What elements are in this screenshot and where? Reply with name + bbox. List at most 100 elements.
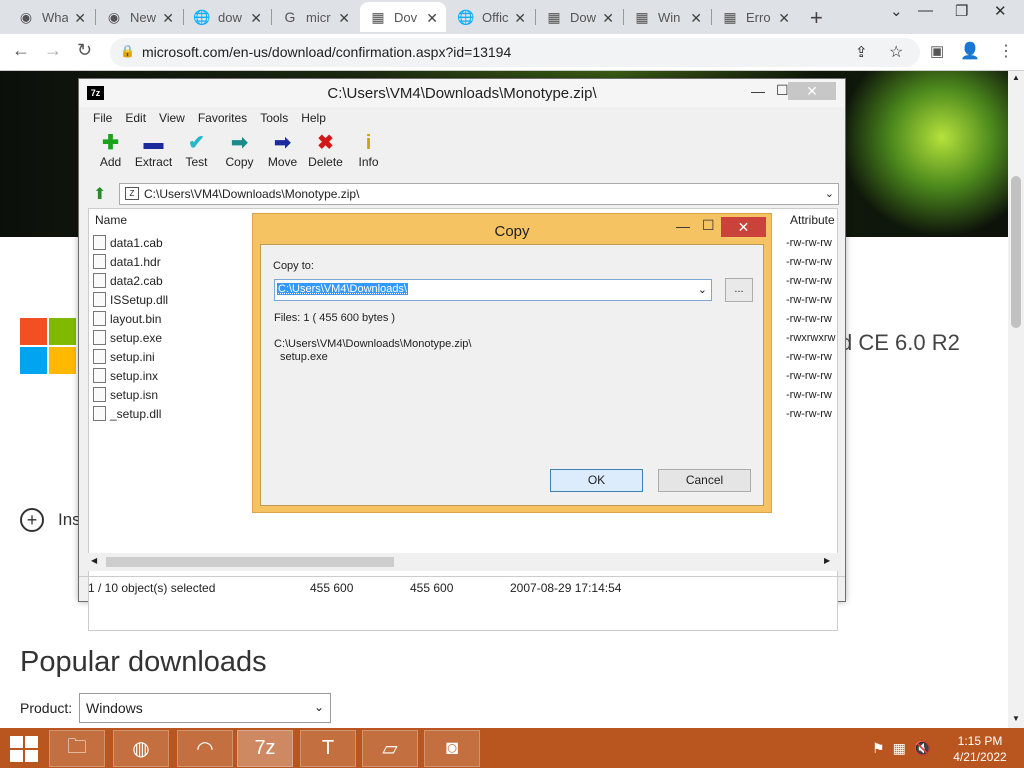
scroll-left-icon[interactable]: ◀ — [91, 556, 97, 565]
back-icon[interactable]: ← — [12, 40, 30, 61]
path-combo[interactable]: Z C:\Users\VM4\Downloads\Monotype.zip\ ⌄ — [119, 183, 839, 205]
maximize-icon[interactable]: ☐ — [702, 217, 715, 234]
file-row[interactable]: setup.ini — [93, 349, 155, 364]
close-icon[interactable]: ✕ — [721, 217, 766, 237]
toolbar-test-button[interactable]: ✔ Test — [175, 131, 218, 179]
menu-tools[interactable]: Tools — [260, 111, 288, 125]
tab-close-icon[interactable]: ✕ — [690, 10, 702, 27]
menu-edit[interactable]: Edit — [125, 111, 146, 125]
toolbar-move-button[interactable]: ➡ Move — [261, 131, 304, 179]
copy-to-input[interactable]: C:\Users\VM4\Downloads\ — [277, 283, 408, 295]
file-row[interactable]: data2.cab — [93, 273, 163, 288]
chrome-icon[interactable]: ◍ — [113, 730, 169, 767]
omnibox[interactable]: 🔒 microsoft.com/en-us/download/confirmat… — [110, 38, 920, 67]
toolbar-extract-button[interactable]: ▬ Extract — [132, 131, 175, 179]
forward-icon[interactable]: → — [44, 40, 62, 61]
toolbar-add-button[interactable]: ✚ Add — [89, 131, 132, 179]
tab-6[interactable]: ▦ Dow ✕ — [536, 2, 622, 32]
scroll-up-icon[interactable]: ▲ — [1012, 73, 1020, 82]
file-row[interactable]: _setup.dll — [93, 406, 161, 421]
ok-button[interactable]: OK — [550, 469, 643, 492]
file-row[interactable]: setup.inx — [93, 368, 158, 383]
tab-4[interactable]: ▦ Dov ✕ — [360, 2, 446, 32]
side-panel-icon[interactable]: ▣ — [930, 42, 944, 60]
start-button[interactable] — [10, 736, 38, 762]
close-window-icon[interactable]: ✕ — [994, 2, 1007, 20]
disk-icon[interactable]: ◙ — [424, 730, 480, 767]
chevron-down-icon[interactable]: ⌄ — [698, 283, 707, 296]
new-tab-button[interactable]: + — [810, 5, 823, 31]
network-icon[interactable]: ▦ — [893, 740, 906, 757]
menu-favorites[interactable]: Favorites — [198, 111, 247, 125]
menu-view[interactable]: View — [159, 111, 185, 125]
bookmark-star-icon[interactable]: ☆ — [889, 42, 903, 62]
file-row[interactable]: setup.isn — [93, 387, 158, 402]
file-row[interactable]: data1.cab — [93, 235, 163, 250]
product-select[interactable]: Windows ⌄ — [79, 693, 331, 723]
7zip-menubar: File Edit View Favorites Tools Help — [93, 111, 339, 125]
tab-1[interactable]: ◉ New ✕ — [96, 2, 182, 32]
menu-file[interactable]: File — [93, 111, 112, 125]
tab-close-icon[interactable]: ✕ — [514, 10, 526, 27]
tab-close-icon[interactable]: ✕ — [250, 10, 262, 27]
chevron-down-icon[interactable]: ⌄ — [825, 187, 834, 200]
menu-help[interactable]: Help — [301, 111, 326, 125]
file-row[interactable]: ISSetup.dll — [93, 292, 168, 307]
tab-close-icon[interactable]: ✕ — [338, 10, 350, 27]
reload-icon[interactable]: ↻ — [77, 40, 92, 61]
volume-muted-icon[interactable]: 🔇 — [914, 740, 931, 757]
tab-3[interactable]: Gmicr ✕ — [272, 2, 358, 32]
tab-search-chevron-icon[interactable]: ⌄ — [890, 2, 903, 20]
horizontal-scroll-thumb[interactable] — [106, 557, 394, 567]
tab-0[interactable]: ◉ Wha ✕ — [8, 2, 94, 32]
tab-close-icon[interactable]: ✕ — [778, 10, 790, 27]
tab-2[interactable]: 🌐 dow ✕ — [184, 2, 270, 32]
minimize-icon[interactable]: — — [751, 83, 765, 99]
cancel-button[interactable]: Cancel — [658, 469, 751, 492]
toolbar-delete-button[interactable]: ✖ Delete — [304, 131, 347, 179]
menu-kebab-icon[interactable]: ⋮ — [998, 41, 1014, 61]
install-instructions-toggle[interactable]: + Ins — [20, 508, 81, 532]
tab-close-icon[interactable]: ✕ — [162, 10, 174, 27]
folder-up-icon[interactable]: ⬆ — [93, 184, 106, 204]
scroll-right-icon[interactable]: ▶ — [824, 556, 830, 565]
scroll-down-icon[interactable]: ▼ — [1012, 714, 1020, 723]
file-row[interactable]: setup.exe — [93, 330, 162, 345]
profile-avatar-icon[interactable]: 👤 — [960, 41, 980, 61]
action-center-flag-icon[interactable]: ⚑ — [872, 740, 885, 757]
tab-close-icon[interactable]: ✕ — [426, 10, 438, 27]
browse-button[interactable]: ... — [725, 278, 753, 302]
column-header-attributes[interactable]: Attribute — [790, 213, 835, 227]
copy-dialog-titlebar[interactable]: Copy — ☐ ✕ — [253, 214, 771, 246]
file-explorer-icon[interactable]: 🗀 — [49, 730, 105, 767]
7zip-titlebar[interactable]: 7z C:\Users\VM4\Downloads\Monotype.zip\ … — [79, 79, 845, 107]
restore-icon[interactable]: ❐ — [955, 2, 968, 20]
text-editor-icon[interactable]: T — [300, 730, 356, 767]
page-scroll-thumb[interactable] — [1011, 176, 1021, 328]
page-scrollbar[interactable]: ▲ ▼ — [1008, 71, 1024, 728]
column-header-name[interactable]: Name — [95, 213, 127, 227]
tab-8[interactable]: ▦ Erro ✕ — [712, 2, 798, 32]
tab-close-icon[interactable]: ✕ — [602, 10, 614, 27]
7zip-icon[interactable]: 7z — [237, 730, 293, 767]
url-text[interactable]: microsoft.com/en-us/download/confirmatio… — [142, 44, 511, 60]
notepad-icon[interactable]: ▱ — [362, 730, 418, 767]
tab-5[interactable]: 🌐 Offic ✕ — [448, 2, 534, 32]
tab-7[interactable]: ▦ Win ✕ — [624, 2, 710, 32]
file-row[interactable]: data1.hdr — [93, 254, 161, 269]
share-icon[interactable]: ⇪ — [855, 43, 868, 61]
file-row[interactable]: layout.bin — [93, 311, 161, 326]
copy-to-combobox[interactable]: C:\Users\VM4\Downloads\ ⌄ — [274, 279, 712, 301]
minimize-icon[interactable]: — — [676, 218, 690, 234]
horizontal-scrollbar[interactable]: ◀ ▶ — [88, 553, 838, 571]
minimize-icon[interactable]: — — [918, 2, 933, 19]
clock[interactable]: 1:15 PM 4/21/2022 — [950, 733, 1010, 765]
maximize-icon[interactable]: ☐ — [776, 82, 789, 99]
app-swirl-icon[interactable]: ◠ — [177, 730, 233, 767]
path-text[interactable]: C:\Users\VM4\Downloads\Monotype.zip\ — [144, 187, 359, 201]
close-icon[interactable]: ✕ — [788, 82, 836, 100]
toolbar-copy-button[interactable]: ➡ Copy — [218, 131, 261, 179]
toolbar-info-button[interactable]: i Info — [347, 131, 390, 179]
tab-close-icon[interactable]: ✕ — [74, 10, 86, 27]
expand-plus-icon[interactable]: + — [20, 508, 44, 532]
